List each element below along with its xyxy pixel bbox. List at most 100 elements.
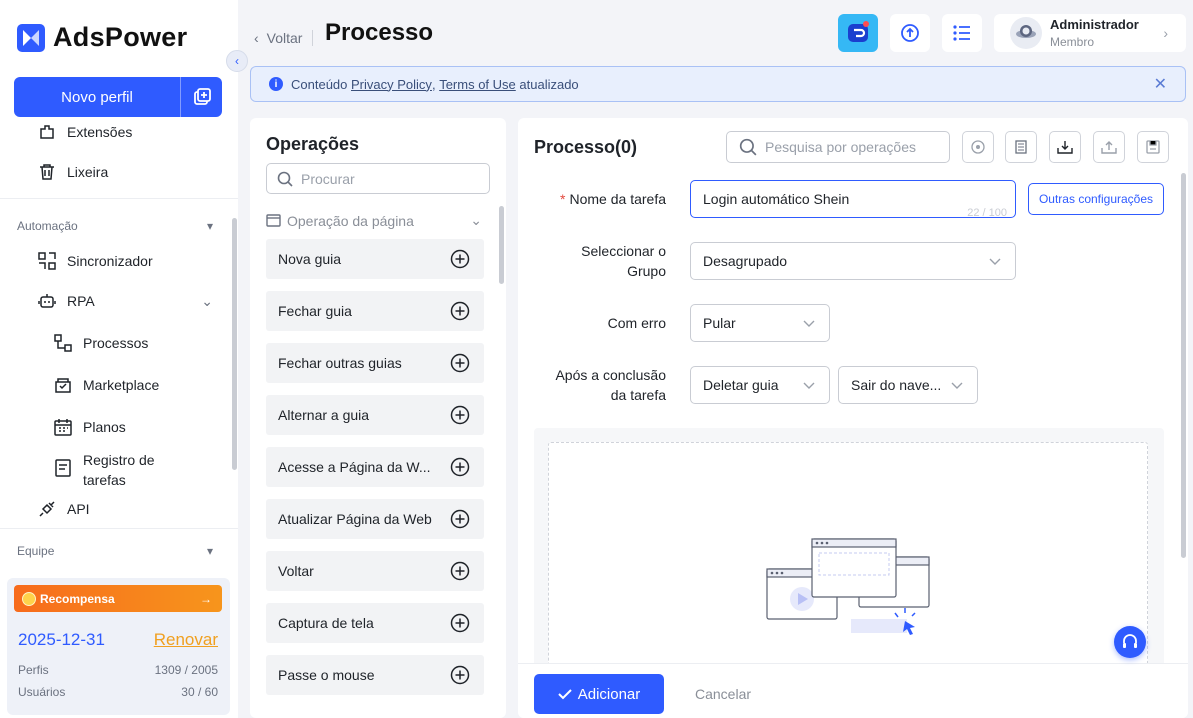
sidebar-item-api[interactable]: API — [37, 499, 90, 519]
import-button[interactable] — [1049, 131, 1081, 163]
browser-window-icon — [266, 214, 281, 227]
terms-of-use-link[interactable]: Terms of Use — [439, 77, 516, 92]
process-drop-zone[interactable] — [548, 442, 1148, 672]
close-icon[interactable]: ✕ — [1154, 74, 1167, 94]
operations-title: Operações — [266, 134, 360, 154]
chevron-down-icon: ▾ — [206, 219, 213, 233]
category-page-operations[interactable]: Operação da página ⌄ — [266, 212, 482, 229]
record-button[interactable] — [962, 131, 994, 163]
category-label: Operação da página — [287, 212, 414, 229]
add-circle-icon[interactable] — [450, 457, 470, 480]
process-search-input[interactable] — [765, 139, 945, 155]
store-icon — [53, 375, 73, 395]
operation-label: Acesse a Página da W... — [278, 459, 431, 475]
add-circle-icon[interactable] — [450, 561, 470, 584]
chevron-right-icon: › — [1163, 25, 1168, 41]
after-completion-tab-select[interactable]: Deletar guia — [690, 366, 830, 404]
operation-item[interactable]: Voltar — [266, 551, 484, 591]
sidebar-item-marketplace[interactable]: Marketplace — [53, 375, 159, 395]
add-button[interactable]: Adicionar — [534, 674, 664, 714]
add-circle-icon[interactable] — [450, 613, 470, 636]
batch-add-icon[interactable] — [181, 77, 222, 117]
operation-label: Atualizar Página da Web — [278, 511, 432, 527]
add-circle-icon[interactable] — [450, 353, 470, 376]
app-logo[interactable]: AdsPower — [17, 22, 187, 53]
operation-item[interactable]: Fechar outras guias — [266, 343, 484, 383]
operation-label: Nova guia — [278, 251, 342, 267]
operation-item[interactable]: Passe o mouse — [266, 655, 484, 695]
label-text: Nome da tarefa — [569, 191, 667, 207]
update-button[interactable] — [890, 14, 930, 52]
cancel-button[interactable]: Cancelar — [695, 674, 751, 714]
process-panel: Processo(0) *Nome da tarefa Login automá… — [518, 118, 1188, 718]
profiles-value: 1309 / 2005 — [154, 663, 218, 677]
collapse-sidebar-button[interactable]: ‹ — [226, 50, 248, 72]
operation-item[interactable]: Nova guia — [266, 239, 484, 279]
list-icon — [953, 25, 970, 41]
sidebar-item-processes[interactable]: Processos — [53, 333, 148, 353]
chevron-left-icon: ‹ — [235, 54, 239, 68]
save-icon — [1146, 140, 1160, 154]
download-tray-icon — [1057, 141, 1073, 154]
operations-search[interactable] — [266, 163, 490, 194]
process-canvas-area — [534, 428, 1164, 672]
required-mark: * — [560, 191, 566, 207]
astronaut-icon — [1016, 25, 1036, 38]
support-button[interactable] — [1114, 626, 1146, 658]
headset-icon — [1123, 634, 1137, 648]
sidebar-nav: Extensões Lixeira Automação ▾ Sincroniza… — [0, 118, 238, 573]
export-button[interactable] — [1093, 131, 1125, 163]
add-circle-icon[interactable] — [450, 509, 470, 532]
operations-search-input[interactable] — [301, 170, 471, 187]
renew-link[interactable]: Renovar — [154, 630, 218, 650]
add-circle-icon[interactable] — [450, 301, 470, 324]
sidebar-item-plans[interactable]: Planos — [53, 417, 126, 437]
add-circle-icon[interactable] — [450, 405, 470, 428]
task-name-value[interactable]: Login automático Shein — [703, 191, 849, 207]
operation-item[interactable]: Acesse a Página da W... — [266, 447, 484, 487]
document-icon — [53, 458, 73, 478]
notes-button[interactable] — [1005, 131, 1037, 163]
task-list-button[interactable] — [942, 14, 982, 52]
sidebar-scrollbar[interactable] — [232, 218, 237, 470]
operation-item[interactable]: Alternar a guia — [266, 395, 484, 435]
update-notice: i Conteúdo Privacy Policy, Terms of Use … — [250, 66, 1186, 102]
process-search[interactable] — [726, 131, 950, 163]
chevron-down-icon: ▾ — [206, 544, 213, 558]
reward-banner[interactable]: Recompensa → — [14, 585, 222, 612]
after-completion-label: Após a conclusão da tarefa — [555, 367, 666, 403]
operation-item[interactable]: Atualizar Página da Web — [266, 499, 484, 539]
after-completion-browser-select[interactable]: Sair do nave... — [838, 366, 978, 404]
new-profile-label[interactable]: Novo perfil — [14, 77, 181, 117]
process-scrollbar[interactable] — [1181, 173, 1186, 558]
other-settings-button[interactable]: Outras configurações — [1028, 183, 1164, 215]
operation-item[interactable]: Captura de tela — [266, 603, 484, 643]
back-button[interactable]: ‹ Voltar — [254, 30, 314, 46]
add-circle-icon[interactable] — [450, 665, 470, 688]
group-select[interactable]: Desagrupado — [690, 242, 1016, 280]
sidebar-item-extensions[interactable]: Extensões — [37, 122, 132, 142]
save-button[interactable] — [1137, 131, 1169, 163]
section-team[interactable]: Equipe ▾ — [17, 544, 213, 558]
sidebar-item-task-log[interactable]: Registro de tarefas — [53, 450, 183, 490]
task-name-input[interactable]: Login automático Shein 22 / 100 — [690, 180, 1016, 219]
new-profile-button[interactable]: Novo perfil — [14, 77, 222, 117]
sidebar: AdsPower Novo perfil Extensões Lixeira A… — [0, 0, 238, 718]
operations-scrollbar[interactable] — [499, 206, 504, 284]
reward-title: Recompensa — [40, 591, 115, 606]
error-select[interactable]: Pular — [690, 304, 830, 342]
operation-item[interactable]: Fechar guia — [266, 291, 484, 331]
sidebar-item-synchronizer[interactable]: Sincronizador — [37, 251, 153, 271]
plug-icon — [37, 499, 57, 519]
sidebar-item-label: Planos — [83, 419, 126, 435]
add-circle-icon[interactable] — [450, 249, 470, 272]
sidebar-item-trash[interactable]: Lixeira — [37, 162, 108, 182]
arrow-right-icon: → — [200, 591, 212, 606]
help-mascot-button[interactable] — [838, 14, 878, 52]
user-menu[interactable]: Administrador Membro › — [994, 14, 1186, 52]
notebook-icon — [1015, 140, 1027, 154]
sidebar-item-rpa[interactable]: RPA ⌄ — [37, 291, 213, 311]
privacy-policy-link[interactable]: Privacy Policy — [351, 77, 432, 92]
operation-label: Fechar guia — [278, 303, 352, 319]
section-automation[interactable]: Automação ▾ — [17, 219, 213, 233]
